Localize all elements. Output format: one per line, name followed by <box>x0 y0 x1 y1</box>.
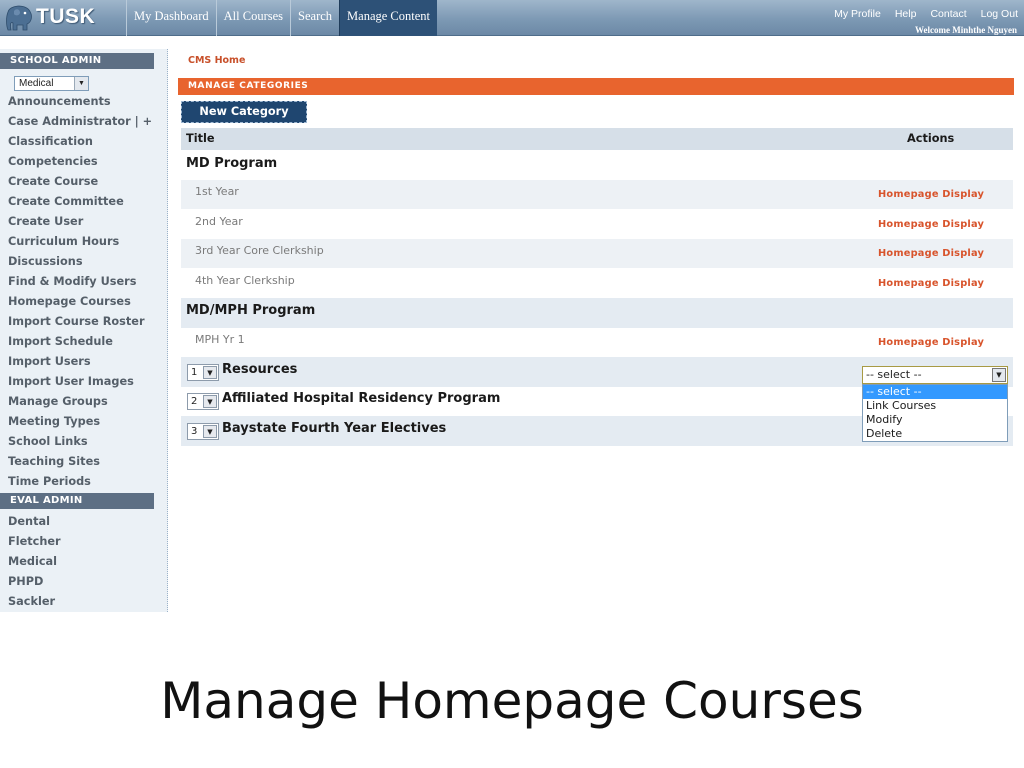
table-header: Title Actions <box>181 128 1013 150</box>
category-title: MD Program <box>186 156 278 171</box>
sidebar-eval-link[interactable]: Medical <box>8 555 57 568</box>
actions-column-header: Actions <box>907 132 955 145</box>
sidebar-admin-link[interactable]: Meeting Types <box>8 415 100 428</box>
homepage-display-link[interactable]: Homepage Display <box>878 248 984 259</box>
category-row: MD Program <box>181 150 1013 180</box>
action-dropdown-list: -- select -- Link Courses Modify Delete <box>862 384 1008 442</box>
user-links: My Profile Help Contact Log Out <box>820 8 1018 20</box>
top-navigation-bar: TUSK My Dashboard All Courses Search Man… <box>0 0 1024 36</box>
order-select[interactable]: 1 ▼ <box>187 364 219 381</box>
sidebar-admin-link[interactable]: Import Users <box>8 355 91 368</box>
main-nav: My Dashboard All Courses Search Manage C… <box>126 0 437 36</box>
school-select-value: Medical <box>19 78 54 89</box>
order-select[interactable]: 2 ▼ <box>187 393 219 410</box>
sidebar-admin-link[interactable]: Create Course <box>8 175 98 188</box>
subcategory-title: MPH Yr 1 <box>195 333 245 346</box>
title-column-header: Title <box>186 132 215 145</box>
log-out-link[interactable]: Log Out <box>981 8 1018 20</box>
chevron-down-icon: ▼ <box>74 77 88 90</box>
order-value: 1 <box>191 367 198 378</box>
order-select[interactable]: 3 ▼ <box>187 423 219 440</box>
slide-title: Manage Homepage Courses <box>160 672 864 730</box>
my-profile-link[interactable]: My Profile <box>834 8 881 20</box>
homepage-display-link[interactable]: Homepage Display <box>878 189 984 200</box>
breadcrumb-cms-home[interactable]: CMS Home <box>188 55 245 66</box>
sidebar-admin-link[interactable]: Teaching Sites <box>8 455 100 468</box>
help-link[interactable]: Help <box>895 8 917 20</box>
homepage-display-link[interactable]: Homepage Display <box>878 219 984 230</box>
sidebar-admin-link[interactable]: Time Periods <box>8 475 91 488</box>
school-select[interactable]: Medical ▼ <box>14 76 89 91</box>
category-title: Baystate Fourth Year Electives <box>222 421 447 436</box>
category-title: MD/MPH Program <box>186 303 316 318</box>
homepage-display-link[interactable]: Homepage Display <box>878 337 984 348</box>
subcategory-row: 2nd Year Homepage Display <box>181 209 1013 239</box>
sidebar-admin-link[interactable]: Competencies <box>8 155 98 168</box>
subcategory-row: 3rd Year Core Clerkship Homepage Display <box>181 239 1013 268</box>
sidebar-eval-link[interactable]: Dental <box>8 515 50 528</box>
tab-manage-content[interactable]: Manage Content <box>339 0 437 36</box>
sidebar-admin-link[interactable]: Announcements <box>8 95 111 108</box>
tab-all-courses[interactable]: All Courses <box>215 0 290 36</box>
subcategory-title: 1st Year <box>195 185 239 198</box>
sidebar-admin-link[interactable]: Import User Images <box>8 375 134 388</box>
sidebar-admin-link[interactable]: Create User <box>8 215 83 228</box>
subcategory-title: 3rd Year Core Clerkship <box>195 244 324 257</box>
elephant-icon <box>6 5 32 31</box>
subcategory-title: 2nd Year <box>195 215 243 228</box>
option-link-courses[interactable]: Link Courses <box>863 399 1007 413</box>
sidebar-admin-link[interactable]: Import Course Roster <box>8 315 145 328</box>
subcategory-row: 1st Year Homepage Display <box>181 180 1013 209</box>
logo-text: TUSK <box>36 5 96 28</box>
tab-search[interactable]: Search <box>290 0 339 36</box>
school-admin-header: SCHOOL ADMIN <box>0 53 154 69</box>
sidebar-admin-link[interactable]: Curriculum Hours <box>8 235 119 248</box>
sidebar-admin-link[interactable]: Create Committee <box>8 195 124 208</box>
order-value: 2 <box>191 396 198 407</box>
sidebar-eval-link[interactable]: Fletcher <box>8 535 61 548</box>
sidebar-admin-link[interactable]: Discussions <box>8 255 83 268</box>
contact-link[interactable]: Contact <box>930 8 966 20</box>
tusk-logo[interactable]: TUSK <box>0 0 126 36</box>
welcome-message: Welcome Minhthe Nguyen <box>915 25 1017 35</box>
admin-sidebar: SCHOOL ADMIN Medical ▼ Announcements Case… <box>0 49 168 612</box>
category-row: MD/MPH Program <box>181 298 1013 328</box>
tab-my-dashboard[interactable]: My Dashboard <box>126 0 216 36</box>
chevron-down-icon: ▼ <box>203 395 217 408</box>
chevron-down-icon: ▼ <box>992 368 1006 382</box>
category-title: Resources <box>222 362 298 377</box>
sidebar-admin-link[interactable]: Classification <box>8 135 93 148</box>
sidebar-admin-link[interactable]: Manage Groups <box>8 395 108 408</box>
sidebar-eval-link[interactable]: PHPD <box>8 575 43 588</box>
subcategory-title: 4th Year Clerkship <box>195 274 295 287</box>
new-category-button[interactable]: New Category <box>181 101 307 123</box>
subcategory-row: 4th Year Clerkship Homepage Display <box>181 268 1013 298</box>
option-select[interactable]: -- select -- <box>863 385 1007 399</box>
sidebar-admin-link[interactable]: Homepage Courses <box>8 295 131 308</box>
category-title: Affiliated Hospital Residency Program <box>222 391 501 406</box>
sidebar-eval-link[interactable]: Sackler <box>8 595 55 608</box>
action-select-value: -- select -- <box>866 368 922 381</box>
sidebar-admin-link[interactable]: Find & Modify Users <box>8 275 136 288</box>
chevron-down-icon: ▼ <box>203 366 217 379</box>
homepage-display-link[interactable]: Homepage Display <box>878 278 984 289</box>
option-modify[interactable]: Modify <box>863 413 1007 427</box>
sidebar-admin-link[interactable]: Import Schedule <box>8 335 113 348</box>
order-value: 3 <box>191 426 198 437</box>
chevron-down-icon: ▼ <box>203 425 217 438</box>
eval-admin-header: EVAL ADMIN <box>0 493 154 509</box>
subcategory-row: MPH Yr 1 Homepage Display <box>181 328 1013 357</box>
action-select[interactable]: -- select -- ▼ <box>862 366 1008 384</box>
section-title: MANAGE CATEGORIES <box>178 78 1014 95</box>
option-delete[interactable]: Delete <box>863 427 1007 441</box>
sidebar-admin-link[interactable]: Case Administrator | + <box>8 115 152 128</box>
sidebar-admin-link[interactable]: School Links <box>8 435 88 448</box>
